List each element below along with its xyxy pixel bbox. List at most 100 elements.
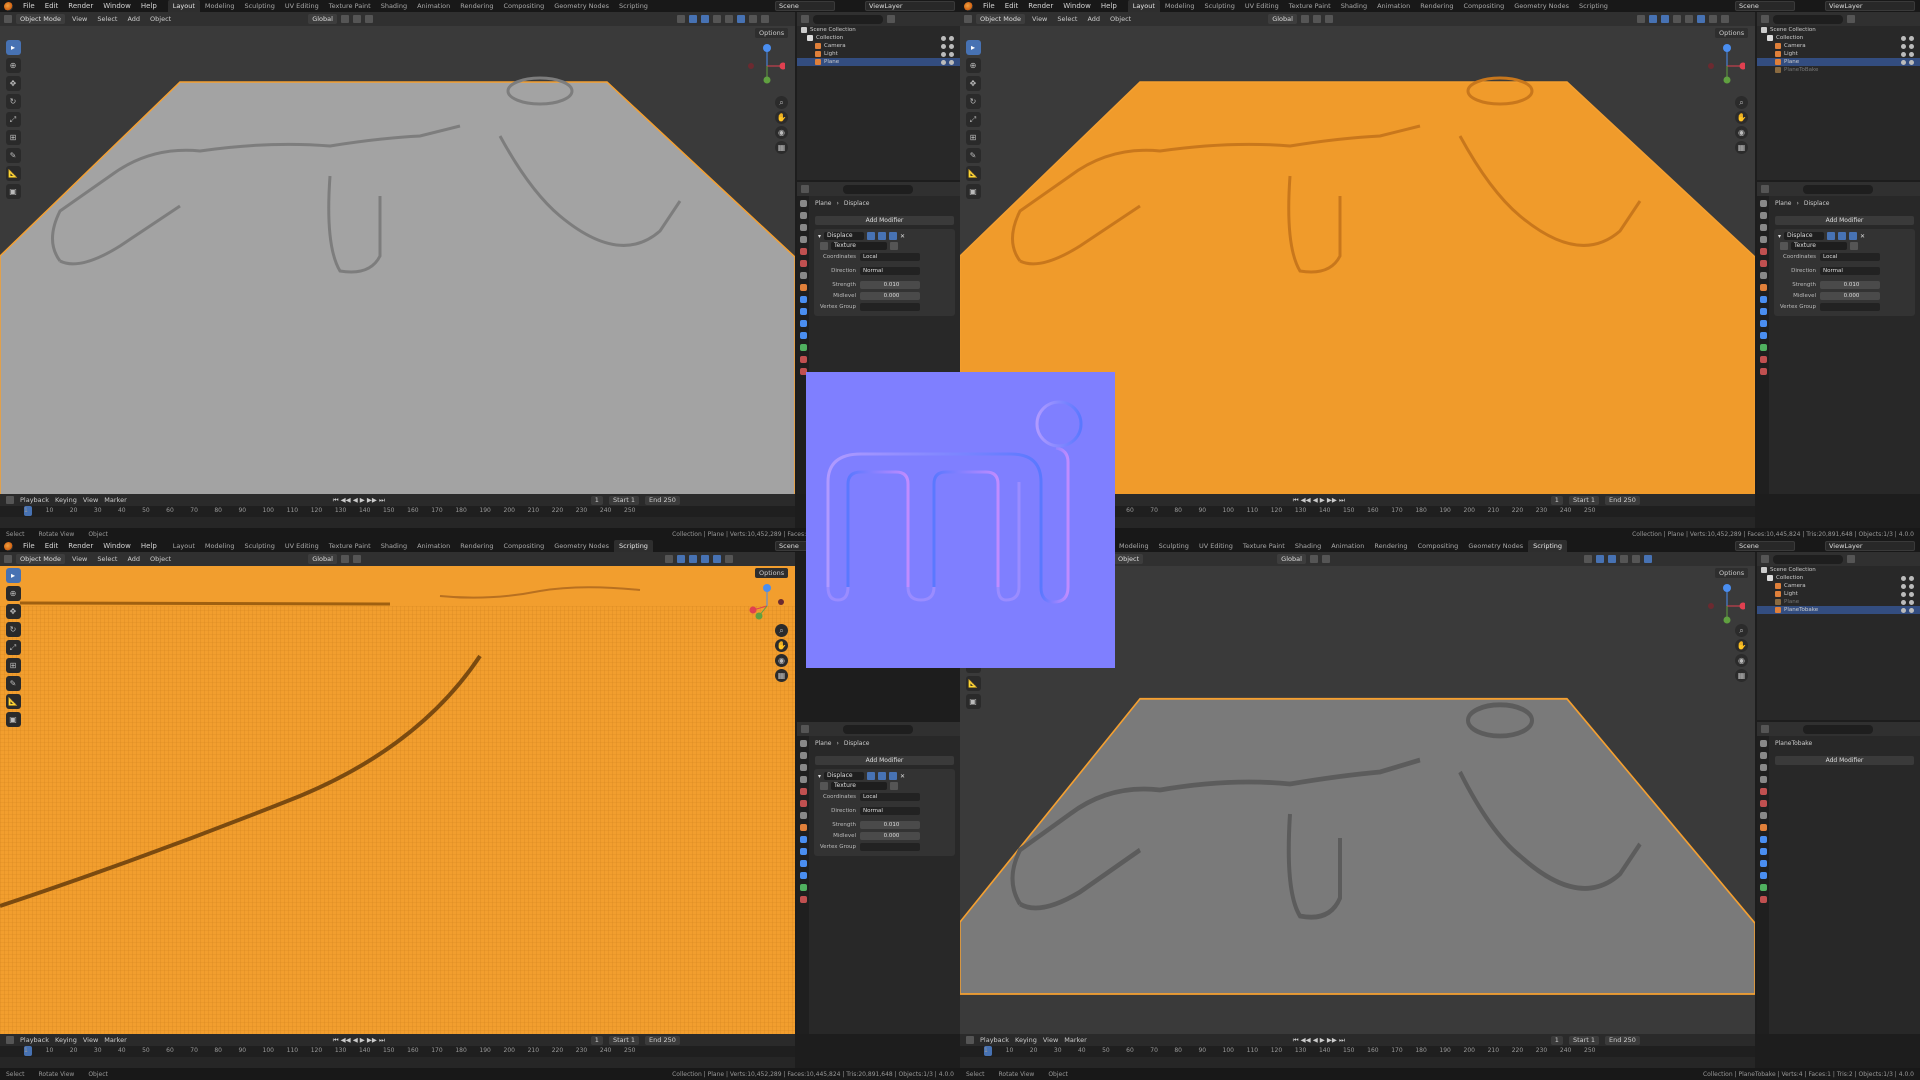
outliner-item-camera[interactable]: Camera [1757,42,1920,50]
tab-compositing[interactable]: Compositing [498,0,549,12]
menu-view[interactable]: View [1029,15,1050,23]
timeline-menu-keying[interactable]: Keying [55,496,77,504]
menu-view[interactable]: View [69,555,90,563]
orientation-dropdown[interactable]: Global [308,14,337,24]
perspective-grid-icon[interactable]: ▦ [1735,669,1748,682]
start-frame-field[interactable]: Start 1 [608,495,640,505]
annotate-tool[interactable]: ✎ [965,148,981,163]
new-texture-icon[interactable] [1850,242,1858,250]
view-layer-selector[interactable]: ViewLayer [1825,1,1915,11]
tab-texture-paint[interactable]: Texture Paint [324,0,376,12]
modifier-name-field[interactable]: Displace [824,772,865,780]
visibility-icon[interactable] [1636,15,1645,23]
output-tab-icon[interactable] [799,764,807,771]
timeline-menu-marker[interactable]: Marker [104,496,126,504]
outliner-search[interactable] [1773,554,1843,564]
shading-solid-icon[interactable] [724,555,733,563]
data-tab-icon[interactable] [799,884,807,891]
tab-animation[interactable]: Animation [412,0,455,12]
filter-icon[interactable] [1847,555,1855,563]
options-button[interactable]: Options [755,28,789,38]
collection-row[interactable]: Collection [797,34,960,42]
tab-uv-editing[interactable]: UV Editing [1240,0,1284,12]
tab-modeling[interactable]: Modeling [1114,540,1154,552]
particles-tab-icon[interactable] [799,848,807,855]
timeline-menu-view[interactable]: View [1043,1036,1058,1044]
tab-compositing[interactable]: Compositing [1458,0,1509,12]
tab-compositing[interactable]: Compositing [498,540,549,552]
timeline-editor-icon[interactable] [966,1036,974,1044]
collection-tab-icon[interactable] [799,272,807,279]
gizmo-toggle-icon[interactable] [676,555,685,563]
menu-window[interactable]: Window [1058,0,1096,12]
collection-tab-icon[interactable] [799,812,807,819]
zoom-icon[interactable]: ⌕ [775,96,788,109]
timeline-menu-view[interactable]: View [83,1036,98,1044]
constraints-tab-icon[interactable] [799,872,807,879]
texture-field[interactable]: Texture [831,782,887,790]
tab-geometry-nodes[interactable]: Geometry Nodes [549,540,614,552]
render-toggle-icon[interactable] [1849,232,1858,240]
scene-tab-icon[interactable] [1759,248,1767,255]
measure-tool[interactable]: 📐 [5,694,21,709]
output-tab-icon[interactable] [1759,764,1767,771]
properties-editor[interactable]: PlaneTobake Add Modifier [1757,722,1920,1034]
playback-controls[interactable]: ⏮ ◀◀ ◀ ▶ ▶▶ ⏭ [333,1036,385,1045]
menu-help[interactable]: Help [1096,0,1122,12]
tab-scripting[interactable]: Scripting [614,540,653,552]
scene-tab-icon[interactable] [799,788,807,795]
current-frame-field[interactable]: 1 [590,495,603,505]
pivot-icon[interactable] [340,555,349,563]
menu-file[interactable]: File [18,540,40,552]
scene-collection-row[interactable]: Scene Collection [797,26,960,34]
tab-sculpting[interactable]: Sculpting [1154,540,1194,552]
scene-tab-icon[interactable] [1759,788,1767,795]
editor-type-icon[interactable] [4,15,12,23]
scene-tab-icon[interactable] [799,248,807,255]
properties-editor-icon[interactable] [801,725,809,733]
timeline-menu-playback[interactable]: Playback [20,1036,49,1044]
overlay-toggle-icon[interactable] [1607,555,1616,563]
vertex-group-field[interactable] [860,842,920,851]
physics-tab-icon[interactable] [799,320,807,327]
render-tab-icon[interactable] [799,212,807,219]
cursor-tool[interactable]: ⊕ [5,586,21,601]
camera-view-icon[interactable]: ◉ [1735,126,1748,139]
menu-select[interactable]: Select [94,15,120,23]
menu-object[interactable]: Object [1114,554,1144,564]
shading-wire-icon[interactable] [1684,15,1693,23]
collection-row[interactable]: Collection [1757,574,1920,582]
collection-tab-icon[interactable] [1759,272,1767,279]
collapse-chevron-icon[interactable]: ▾ [818,773,821,780]
overlay-toggle-icon[interactable] [688,555,697,563]
material-tab-icon[interactable] [799,356,807,363]
zoom-icon[interactable]: ⌕ [1735,624,1748,637]
data-tab-icon[interactable] [1759,884,1767,891]
properties-search[interactable] [1803,724,1873,734]
timeline-menu-keying[interactable]: Keying [1015,1036,1037,1044]
menu-render[interactable]: Render [63,540,98,552]
plane-mesh[interactable] [960,697,1755,995]
view-layer-selector[interactable]: ViewLayer [1825,541,1915,551]
scene-selector[interactable]: Scene [775,1,835,11]
tab-layout[interactable]: Layout [167,0,200,12]
plane-mesh[interactable] [0,81,795,496]
scale-tool[interactable]: ⤢ [5,640,21,655]
move-tool[interactable]: ✥ [5,76,21,91]
orientation-dropdown[interactable]: Global [1268,14,1297,24]
object-tab-icon[interactable] [799,824,807,831]
pan-hand-icon[interactable]: ✋ [775,111,788,124]
menu-object[interactable]: Object [147,15,174,23]
options-button[interactable]: Options [755,568,789,578]
add-cube-tool[interactable]: ▣ [965,694,981,709]
modifier-tab-icon[interactable] [799,836,807,843]
current-frame-field[interactable]: 1 [1550,1035,1563,1045]
tab-layout[interactable]: Layout [1127,0,1160,12]
collapse-chevron-icon[interactable]: ▾ [818,233,821,240]
proportional-icon[interactable] [364,15,373,23]
tab-uv-editing[interactable]: UV Editing [280,540,324,552]
tab-shading[interactable]: Shading [1290,540,1326,552]
texture-tab-icon[interactable] [1759,368,1767,375]
current-frame-field[interactable]: 1 [590,1035,603,1045]
tab-modeling[interactable]: Modeling [200,540,240,552]
